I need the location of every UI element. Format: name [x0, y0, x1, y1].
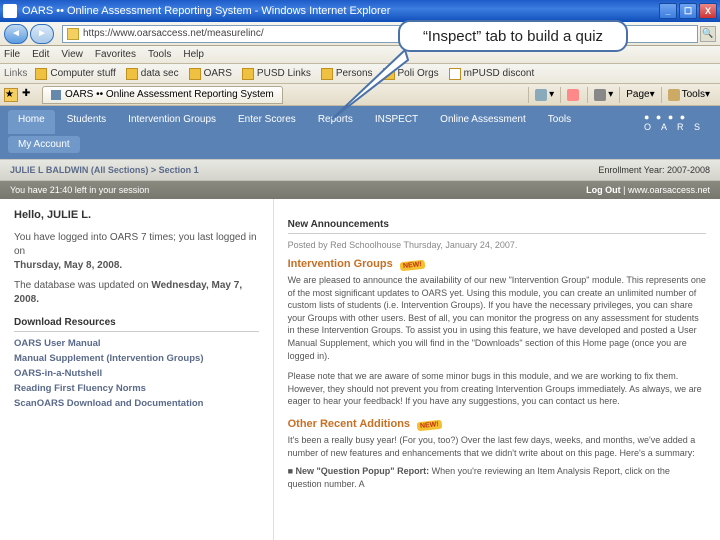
content-area: Hello, JULIE L. You have logged into OAR… — [0, 199, 720, 540]
db-update-info: The database was updated on Wednesday, M… — [14, 279, 259, 307]
tab-students[interactable]: Students — [57, 110, 116, 134]
window-title: OARS •• Online Assessment Reporting Syst… — [22, 5, 390, 17]
feeds-tool[interactable] — [560, 87, 587, 103]
close-button[interactable]: X — [699, 3, 717, 19]
window-titlebar: OARS •• Online Assessment Reporting Syst… — [0, 0, 720, 22]
tab-tools[interactable]: Tools — [538, 110, 581, 134]
breadcrumb[interactable]: JULIE L BALDWIN (All Sections) > Section… — [10, 165, 199, 175]
download-list: OARS User Manual Manual Supplement (Inte… — [14, 338, 259, 409]
tools-tool[interactable]: Tools ▾ — [661, 87, 716, 103]
links-label: Links — [4, 68, 27, 79]
tab-online-assessment[interactable]: Online Assessment — [430, 110, 536, 134]
logout-link[interactable]: Log Out — [586, 185, 621, 195]
download-link[interactable]: OARS-in-a-Nutshell — [14, 368, 259, 379]
ie-icon — [3, 4, 17, 18]
oars-logo: ● ● ● ● O A R S — [636, 110, 712, 134]
tab-home[interactable]: Home — [8, 110, 55, 134]
other-recent-heading: Other Recent Additions NEW! — [288, 418, 706, 430]
bookmark-item[interactable]: PUSD Links — [242, 68, 311, 80]
page-icon — [51, 90, 61, 100]
tab-enter-scores[interactable]: Enter Scores — [228, 110, 306, 134]
announcements-heading: New Announcements — [288, 219, 706, 234]
session-timer: You have 21:40 left in your session — [10, 185, 149, 195]
page-tool[interactable]: Page ▾ — [619, 87, 660, 103]
intervention-text-1: We are pleased to announce the availabil… — [288, 274, 706, 362]
bookmark-item[interactable]: mPUSD discont — [449, 68, 535, 80]
page-icon — [449, 68, 461, 80]
search-icon[interactable]: 🔍 — [700, 26, 716, 42]
tab-title: OARS •• Online Assessment Reporting Syst… — [65, 89, 274, 100]
annotation-callout: “Inspect” tab to build a quiz — [398, 20, 628, 52]
new-badge: NEW! — [399, 260, 424, 272]
posted-by: Posted by Red Schoolhouse Thursday, Janu… — [288, 240, 706, 250]
print-tool[interactable]: ▾ — [587, 87, 619, 103]
back-button[interactable]: ◄ — [4, 24, 28, 44]
callout-text: “Inspect” tab to build a quiz — [423, 28, 603, 45]
menu-view[interactable]: View — [61, 49, 83, 60]
lock-icon — [67, 28, 79, 40]
site-url: | www.oarsaccess.net — [623, 185, 710, 195]
minimize-button[interactable]: _ — [659, 3, 677, 19]
menu-edit[interactable]: Edit — [32, 49, 49, 60]
intervention-heading: Intervention Groups NEW! — [288, 258, 706, 270]
bookmark-item[interactable]: OARS — [189, 68, 232, 80]
forward-button[interactable]: ► — [30, 24, 54, 44]
folder-icon — [35, 68, 47, 80]
print-icon — [594, 89, 606, 101]
menu-file[interactable]: File — [4, 49, 20, 60]
favorites-icon[interactable]: ★ — [4, 88, 18, 102]
intervention-text-2: Please note that we are aware of some mi… — [288, 370, 706, 408]
bookmark-item[interactable]: Computer stuff — [35, 68, 115, 80]
gear-icon — [668, 89, 680, 101]
tab-my-account[interactable]: My Account — [8, 136, 80, 153]
home-icon — [535, 89, 547, 101]
enrollment-year: Enrollment Year: 2007-2008 — [598, 165, 710, 175]
app-sub-nav: My Account — [0, 134, 720, 159]
left-column: Hello, JULIE L. You have logged into OAR… — [0, 199, 274, 540]
download-link[interactable]: OARS User Manual — [14, 338, 259, 349]
download-link[interactable]: Reading First Fluency Norms — [14, 383, 259, 394]
menu-help[interactable]: Help — [183, 49, 204, 60]
right-column: New Announcements Posted by Red Schoolho… — [274, 199, 720, 540]
breadcrumb-bar: JULIE L BALDWIN (All Sections) > Section… — [0, 159, 720, 181]
add-favorites-icon[interactable]: ✚ — [22, 88, 36, 102]
folder-icon — [189, 68, 201, 80]
tab-intervention-groups[interactable]: Intervention Groups — [118, 110, 226, 134]
greeting: Hello, JULIE L. — [14, 209, 259, 221]
download-heading: Download Resources — [14, 317, 259, 332]
menu-tools[interactable]: Tools — [148, 49, 171, 60]
menu-favorites[interactable]: Favorites — [95, 49, 136, 60]
bookmark-item[interactable]: data sec — [126, 68, 179, 80]
folder-icon — [126, 68, 138, 80]
browser-tab[interactable]: OARS •• Online Assessment Reporting Syst… — [42, 86, 283, 104]
folder-icon — [242, 68, 254, 80]
rss-icon — [567, 89, 579, 101]
login-info: You have logged into OARS 7 times; you l… — [14, 231, 259, 273]
question-popup-item: ■ New "Question Popup" Report: When you'… — [288, 465, 706, 490]
home-tool[interactable]: ▾ — [528, 87, 560, 103]
maximize-button[interactable]: ☐ — [679, 3, 697, 19]
download-link[interactable]: ScanOARS Download and Documentation — [14, 398, 259, 409]
other-recent-text: It's been a really busy year! (For you, … — [288, 434, 706, 459]
app-viewport: Home Students Intervention Groups Enter … — [0, 106, 720, 540]
session-bar: You have 21:40 left in your session Log … — [0, 181, 720, 199]
url-text: https://www.oarsaccess.net/measurelinc/ — [83, 28, 264, 39]
callout-tail — [330, 42, 420, 124]
download-link[interactable]: Manual Supplement (Intervention Groups) — [14, 353, 259, 364]
new-badge: NEW! — [417, 420, 442, 432]
